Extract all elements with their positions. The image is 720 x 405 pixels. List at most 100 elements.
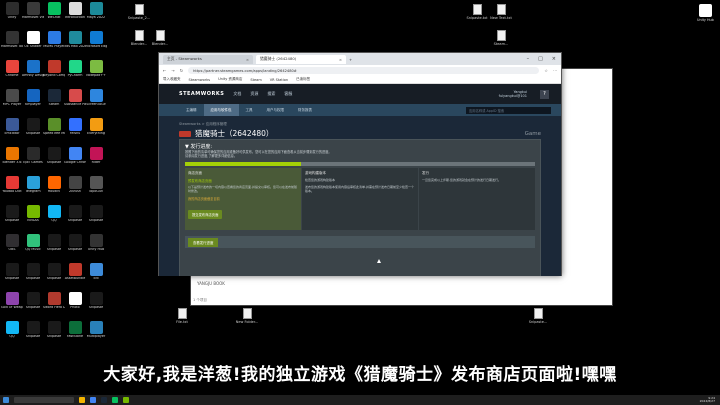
desktop-icon[interactable]: Kmplayer xyxy=(22,89,44,107)
taskbar-search[interactable] xyxy=(14,397,74,403)
desktop-file[interactable]: New Folder... xyxy=(236,308,258,324)
bookmark-item[interactable]: Steamworks xyxy=(189,78,211,82)
desktop-icon[interactable]: Telegram xyxy=(22,176,44,194)
nvidia-icon[interactable] xyxy=(123,397,129,403)
desktop-icon[interactable]: QQ Music xyxy=(22,234,44,252)
desktop-icon[interactable]: Substance Painter xyxy=(64,89,86,107)
subnav-financial[interactable]: 财务报表 xyxy=(291,104,319,116)
desktop-icon[interactable]: Marmoset Viewer xyxy=(22,2,44,20)
desktop-icon-unity-hub[interactable]: Unity Hub xyxy=(697,4,714,22)
desktop-icon[interactable]: Snipaste xyxy=(1,205,23,223)
desktop-file[interactable]: File.txt xyxy=(171,308,193,324)
store-page-link[interactable]: 我的商店页面截至目前 xyxy=(188,196,298,201)
reload-icon[interactable]: ↻ xyxy=(180,68,183,73)
desktop-icon[interactable]: Everything xyxy=(85,118,107,136)
desktop-icon[interactable]: Snipaste xyxy=(43,147,65,165)
explorer-item[interactable]: YANGJU BOOK xyxy=(197,281,225,286)
desktop-icon[interactable]: Steam xyxy=(43,89,65,107)
checklist-link[interactable]: 请参阅发行进度,了解更多详细信息。 xyxy=(185,154,535,158)
desktop-icon[interactable]: Marmoset Toolbag 4 xyxy=(1,31,23,49)
desktop-icon[interactable]: EmEditor xyxy=(1,118,23,136)
desktop-icon[interactable]: Snipaste xyxy=(43,234,65,252)
tab-app-page[interactable]: 猎魔骑士 (2642480) × xyxy=(256,54,346,64)
new-tab-icon[interactable]: + xyxy=(349,57,352,62)
desktop-icon[interactable]: Snipaste xyxy=(85,205,107,223)
back-icon[interactable]: ← xyxy=(163,68,166,73)
user-menu[interactable]: Yangkui fulyangkui@101 xyxy=(499,90,531,98)
desktop-file[interactable]: Blender... xyxy=(149,30,171,46)
desktop-icon[interactable]: Sword Hero Demo xyxy=(43,292,65,310)
steam-icon[interactable] xyxy=(101,397,107,403)
desktop-icon[interactable]: Beyond Compare 4 xyxy=(43,60,65,78)
desktop-icon[interactable]: OBS xyxy=(1,234,23,252)
bookmark-item[interactable]: Steam xyxy=(250,78,261,82)
desktop-icon[interactable]: Snipaste xyxy=(64,234,86,252)
taskbar-clock[interactable]: 9:24 2024/8/27 xyxy=(700,396,720,404)
desktop-file[interactable]: Snipaste... xyxy=(527,308,549,324)
desktop-icon[interactable]: ZBrush xyxy=(64,176,86,194)
menu-icon[interactable]: ⋯ xyxy=(553,68,557,73)
desktop-icon[interactable]: Snipaste xyxy=(64,205,86,223)
desktop-icon[interactable]: Edi xyxy=(85,263,107,281)
url-input[interactable]: https://partner.steamgames.com/apps/land… xyxy=(188,67,540,74)
desktop-icon[interactable]: SpeedTree Modeler xyxy=(43,118,65,136)
desktop-icon[interactable]: Snipaste xyxy=(22,118,44,136)
desktop-icon[interactable]: Snipaste xyxy=(1,263,23,281)
desktop-icon[interactable]: Feishu xyxy=(64,118,86,136)
close-tab-icon[interactable]: × xyxy=(339,57,342,62)
desktop-icon[interactable]: PyCharm xyxy=(64,60,86,78)
wechat-icon[interactable] xyxy=(112,397,118,403)
desktop-icon[interactable]: Notepad++ xyxy=(85,60,107,78)
bookmark-item[interactable]: Unity 资源商店 xyxy=(218,77,242,82)
nav-resources[interactable]: 资源 xyxy=(250,91,258,97)
desktop-icon[interactable]: Snipaste xyxy=(85,292,107,310)
browser-window[interactable]: 主页 - Steamworks × 猎魔骑士 (2642480) × + – □… xyxy=(158,52,562,276)
desktop-icon[interactable]: AssetBundle xyxy=(64,263,86,281)
desktop-icon[interactable]: MPC Player xyxy=(1,89,23,107)
desktop-icon[interactable]: UE Shader xyxy=(22,31,44,49)
star-icon[interactable]: ☆ xyxy=(544,68,548,73)
desktop-icon[interactable]: Snipaste xyxy=(22,292,44,310)
desktop-icon[interactable]: 3ds Max 2021 xyxy=(64,31,86,49)
desktop-icon[interactable]: Unity xyxy=(1,2,23,20)
bookmark-item[interactable]: VR Station xyxy=(270,78,288,82)
steamworks-logo[interactable]: STEAMWORKS xyxy=(179,91,224,97)
submit-store-page-button[interactable]: 提交发布商店页面 xyxy=(188,209,223,219)
desktop-icon[interactable]: Snipaste xyxy=(22,263,44,281)
view-release-progress-button[interactable]: 查看发行进度 xyxy=(188,237,219,247)
desktop-icon[interactable]: Introduction xyxy=(64,2,86,20)
desktop-file[interactable]: Blender... xyxy=(128,30,150,46)
desktop-file[interactable]: Snipaste_2... xyxy=(128,4,150,20)
subnav-dashboard[interactable]: 主编辑 xyxy=(179,104,204,116)
desktop-icon[interactable]: Epic Games xyxy=(22,147,44,165)
close-tab-icon[interactable]: × xyxy=(246,57,249,62)
bookmark-item[interactable]: 导入收藏夹 xyxy=(163,77,181,82)
desktop-icon[interactable]: Multiplayer xyxy=(85,321,107,339)
help-button[interactable]: ? xyxy=(540,89,549,99)
desktop-icon[interactable]: Snipaste xyxy=(22,321,44,339)
checklist-title[interactable]: ▼ 发行进度: xyxy=(185,143,535,150)
chrome-icon[interactable] xyxy=(90,397,96,403)
desktop-icon[interactable]: MuMu Player xyxy=(43,31,65,49)
desktop-icon[interactable]: Google Chrome xyxy=(64,147,86,165)
breadcrumb[interactable]: Steamworks > 应用程序管理 xyxy=(179,122,227,127)
desktop-icon[interactable]: Houdini xyxy=(43,176,65,194)
desktop-icon[interactable]: WeChat xyxy=(43,2,65,20)
desktop-icon[interactable]: God Of Weapon xyxy=(1,292,23,310)
bookmark-item[interactable]: 已读标签 xyxy=(296,77,310,82)
nav-docs[interactable]: 文档 xyxy=(233,91,241,97)
maximize-icon[interactable]: □ xyxy=(538,56,543,62)
subnav-tools[interactable]: 工具 xyxy=(239,104,260,116)
nav-search[interactable]: 搜索 xyxy=(267,91,275,97)
desktop-file[interactable]: Snipaste.txt xyxy=(466,4,488,20)
desktop-icon[interactable]: Chrome xyxy=(1,60,23,78)
forward-icon[interactable]: → xyxy=(171,68,174,73)
desktop-icon[interactable]: Snipaste xyxy=(43,321,65,339)
desktop-icon[interactable]: TopoGun xyxy=(85,176,107,194)
desktop-icon[interactable]: QQ xyxy=(43,205,65,223)
app-search-input[interactable]: 应用名称或 AppID 搜索 xyxy=(466,106,551,114)
desktop-icon[interactable]: ScreenToGif xyxy=(85,89,107,107)
desktop-icon[interactable]: Maya 2022 xyxy=(85,2,107,20)
desktop-icon[interactable]: Snipaste xyxy=(43,263,65,281)
desktop-icon[interactable]: FastStone xyxy=(64,321,86,339)
